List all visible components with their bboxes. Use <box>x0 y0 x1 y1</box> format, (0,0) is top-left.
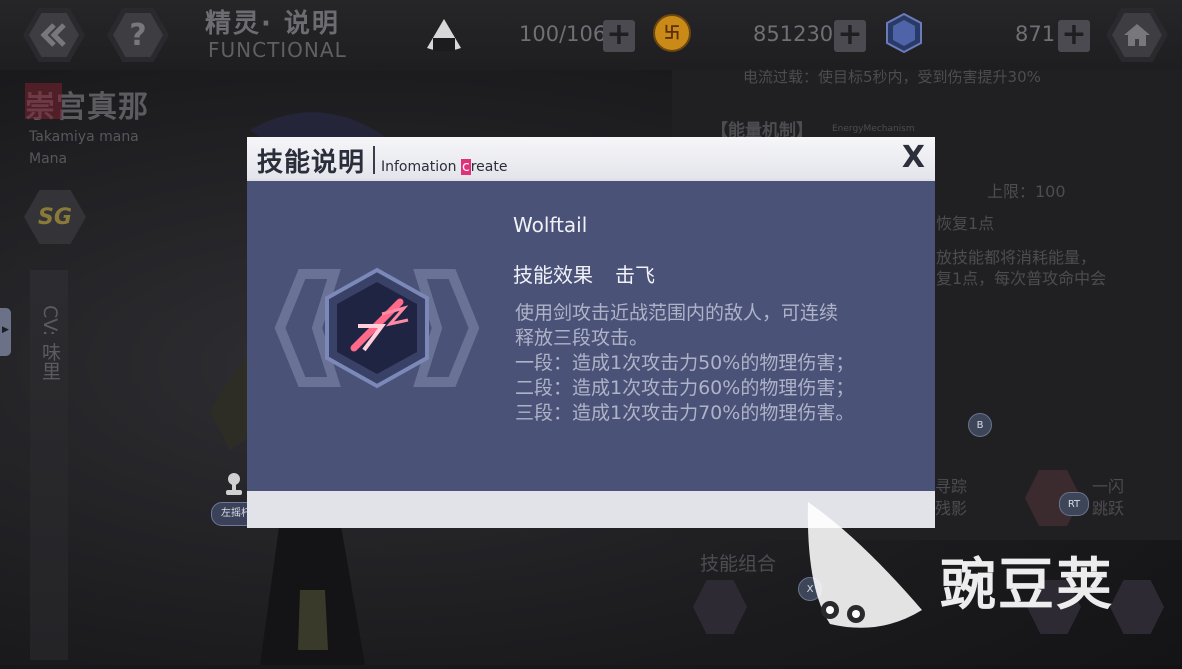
dialog-body: Wolftail 技能效果 击飞 使用剑攻击近战范围内的敌人，可连续 释放三段攻击… <box>247 181 935 491</box>
dodge-skill-label: 寻踪 残影 <box>935 477 968 518</box>
rice-ball-icon <box>423 16 465 54</box>
flash-skill-label: 一闪 跳跃 <box>1092 477 1125 518</box>
effect-line: 电流过载：使目标5秒内，受到伤害提升30% <box>743 68 1041 86</box>
energy-recover: 恢复1点 <box>936 214 995 233</box>
combo-skill-slot[interactable] <box>693 580 747 634</box>
crystal-count: 871 <box>1015 22 1056 46</box>
cv-label: CV: 味里 <box>39 305 61 381</box>
dialog-subtitle: Infomation create <box>381 159 508 175</box>
skill-info-dialog: 技能说明 Infomation create X Wolftail 技能效果 击飞… <box>247 137 935 528</box>
skill-effect-label: 技能效果 <box>513 263 593 287</box>
page-title: 精灵· 说明 <box>205 9 340 39</box>
close-button[interactable]: X <box>902 140 925 175</box>
gamepad-rt-button[interactable]: RT <box>1059 492 1089 516</box>
skill-effect: 技能效果 击飞 <box>513 259 655 288</box>
name-accent <box>25 83 62 119</box>
rank-badge: SG <box>24 190 86 244</box>
chevron-right-icon: ▶ <box>2 325 9 335</box>
energy-recover2: 复1点，每次普攻命中会 <box>936 269 1107 288</box>
combo-skill-slot[interactable] <box>1110 580 1164 634</box>
watermark-text: 豌豆荚 <box>940 553 1114 618</box>
dialog-header: 技能说明 Infomation create X <box>247 137 935 179</box>
energy-limit: 上限：100 <box>987 182 1066 201</box>
coin-icon: 卐 <box>653 14 691 52</box>
sword-slash-skill-icon <box>272 266 482 391</box>
character-name-short: Mana <box>29 151 68 167</box>
skill-description: 使用剑攻击近战范围内的敌人，可连续 释放三段攻击。 一段：造成1次攻击力50%的… <box>515 302 855 424</box>
skill-effect-value: 击飞 <box>615 263 655 287</box>
stamina-count: 100/106 <box>519 22 607 46</box>
skill-name: Wolftail <box>513 213 588 237</box>
dialog-title: 技能说明 <box>257 148 366 178</box>
energy-title-en: EnergyMechanism <box>832 124 915 134</box>
add-stamina-button[interactable]: + <box>603 20 635 52</box>
joystick-icon <box>224 472 244 496</box>
help-icon: ? <box>129 17 147 53</box>
double-chevron-left-icon <box>29 13 79 57</box>
combo-title: 技能组合 <box>700 553 777 575</box>
pea-pod-logo-icon <box>800 498 930 638</box>
coin-count: 851230 <box>753 22 834 46</box>
add-crystals-button[interactable]: + <box>1058 20 1090 52</box>
side-drawer-tab[interactable]: ▶ <box>0 308 11 356</box>
gamepad-b-button[interactable]: B <box>968 413 992 437</box>
title-divider <box>373 146 375 174</box>
character-name-en: Takamiya mana <box>29 129 139 145</box>
add-coins-button[interactable]: + <box>834 20 866 52</box>
home-icon <box>1112 13 1162 57</box>
crystal-icon <box>884 12 924 54</box>
page-subtitle: FUNCTIONAL <box>208 38 347 62</box>
